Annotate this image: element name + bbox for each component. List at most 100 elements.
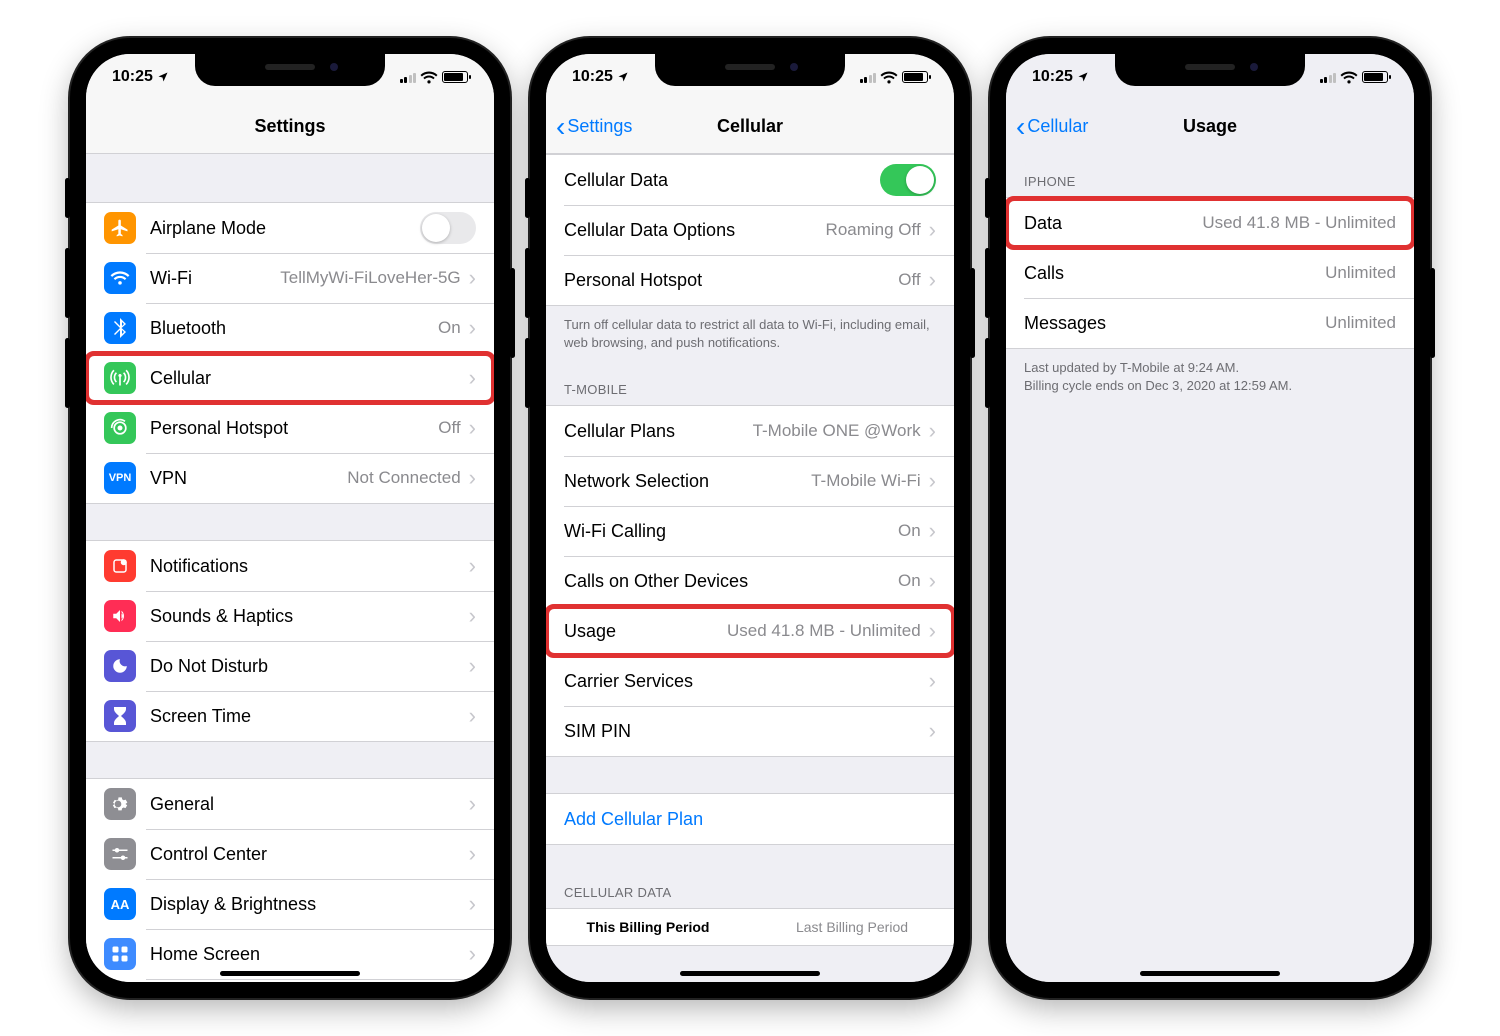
row-airplane-mode[interactable]: Airplane Mode [86, 203, 494, 253]
row-label: Do Not Disturb [150, 656, 461, 677]
row-messages[interactable]: Messages Unlimited [1006, 298, 1414, 348]
row-label: Wi-Fi [150, 268, 280, 289]
phone-usage: 10:25 ‹Cellular Usage IPHONE Data Used 4… [990, 38, 1430, 998]
row-value: TellMyWi-FiLoveHer-5G [280, 268, 460, 288]
chevron-right-icon: › [929, 217, 936, 243]
gear-icon [104, 788, 136, 820]
row-label: Add Cellular Plan [564, 809, 936, 830]
location-icon [1077, 71, 1089, 83]
row-label: Calls on Other Devices [564, 571, 898, 592]
row-accessibility[interactable]: Accessibility › [86, 979, 494, 982]
notch [655, 54, 845, 86]
bluetooth-icon [104, 312, 136, 344]
tab-last-period[interactable]: Last Billing Period [750, 919, 954, 935]
cellular-data-footer: Turn off cellular data to restrict all d… [546, 306, 954, 362]
row-value: T-Mobile Wi-Fi [811, 471, 921, 491]
highlight-cellular: Cellular › [86, 353, 494, 403]
row-calls-other[interactable]: Calls on Other Devices On › [546, 556, 954, 606]
row-cellular-data[interactable]: Cellular Data [546, 155, 954, 205]
row-data[interactable]: Data Used 41.8 MB - Unlimited [1006, 198, 1414, 248]
row-value: Used 41.8 MB - Unlimited [727, 621, 921, 641]
location-icon [157, 71, 169, 83]
tab-this-period[interactable]: This Billing Period [546, 919, 750, 935]
row-dnd[interactable]: Do Not Disturb › [86, 641, 494, 691]
section-tmobile: T-MOBILE [546, 362, 954, 405]
row-value: On [898, 571, 921, 591]
row-label: Notifications [150, 556, 461, 577]
chevron-right-icon: › [469, 465, 476, 491]
chevron-right-icon: › [469, 891, 476, 917]
row-label: Messages [1024, 313, 1325, 334]
row-label: Home Screen [150, 944, 461, 965]
apps-icon [104, 938, 136, 970]
row-calls[interactable]: Calls Unlimited [1006, 248, 1414, 298]
home-indicator[interactable] [680, 971, 820, 976]
chevron-left-icon: ‹ [556, 113, 565, 141]
row-notifications[interactable]: Notifications › [86, 541, 494, 591]
row-value: Roaming Off [826, 220, 921, 240]
row-carrier-services[interactable]: Carrier Services › [546, 656, 954, 706]
row-wifi-calling[interactable]: Wi-Fi Calling On › [546, 506, 954, 556]
row-value: Off [438, 418, 460, 438]
row-general[interactable]: General › [86, 779, 494, 829]
wifi-icon [420, 71, 438, 84]
back-button[interactable]: ‹Settings [556, 113, 632, 141]
hourglass-icon [104, 700, 136, 732]
row-label: Control Center [150, 844, 461, 865]
row-value: On [438, 318, 461, 338]
phone-cellular: 10:25 ‹Settings Cellular Cellular Data C… [530, 38, 970, 998]
row-label: Calls [1024, 263, 1325, 284]
back-label: Settings [567, 116, 632, 137]
row-data-options[interactable]: Cellular Data Options Roaming Off › [546, 205, 954, 255]
row-label: Sounds & Haptics [150, 606, 461, 627]
row-label: Data [1024, 213, 1202, 234]
row-cellular[interactable]: Cellular › [86, 353, 494, 403]
phone-settings: 10:25 Settings Airplane Mode [70, 38, 510, 998]
row-hotspot[interactable]: Personal Hotspot Off › [86, 403, 494, 453]
signal-icon [1320, 71, 1337, 83]
row-label: Airplane Mode [150, 218, 420, 239]
row-sounds[interactable]: Sounds & Haptics › [86, 591, 494, 641]
row-wifi[interactable]: Wi-Fi TellMyWi-FiLoveHer-5G › [86, 253, 494, 303]
display-icon: AA [104, 888, 136, 920]
row-value: Off [898, 270, 920, 290]
row-usage[interactable]: Usage Used 41.8 MB - Unlimited › [546, 606, 954, 656]
row-value: Unlimited [1325, 263, 1396, 283]
cellular-data-toggle[interactable] [880, 164, 936, 196]
home-indicator[interactable] [1140, 971, 1280, 976]
airplane-toggle[interactable] [420, 212, 476, 244]
vpn-icon: VPN [104, 462, 136, 494]
signal-icon [400, 71, 417, 83]
status-time: 10:25 [112, 68, 153, 86]
hotspot-icon [104, 412, 136, 444]
wifi-icon [880, 71, 898, 84]
usage-footer: Last updated by T-Mobile at 9:24 AM. Bil… [1006, 349, 1414, 405]
row-label: Display & Brightness [150, 894, 461, 915]
row-add-plan[interactable]: Add Cellular Plan [546, 794, 954, 844]
chevron-right-icon: › [929, 618, 936, 644]
chevron-right-icon: › [469, 365, 476, 391]
chevron-right-icon: › [469, 703, 476, 729]
row-label: Cellular [150, 368, 461, 389]
row-hotspot[interactable]: Personal Hotspot Off › [546, 255, 954, 305]
back-button[interactable]: ‹Cellular [1016, 113, 1088, 141]
row-vpn[interactable]: VPN VPN Not Connected › [86, 453, 494, 503]
chevron-right-icon: › [469, 553, 476, 579]
section-iphone: IPHONE [1006, 154, 1414, 197]
row-label: Bluetooth [150, 318, 438, 339]
row-display[interactable]: AA Display & Brightness › [86, 879, 494, 929]
row-bluetooth[interactable]: Bluetooth On › [86, 303, 494, 353]
row-screentime[interactable]: Screen Time › [86, 691, 494, 741]
row-control-center[interactable]: Control Center › [86, 829, 494, 879]
chevron-right-icon: › [929, 267, 936, 293]
chevron-right-icon: › [469, 653, 476, 679]
battery-icon [902, 71, 928, 83]
home-indicator[interactable] [220, 971, 360, 976]
chevron-right-icon: › [469, 791, 476, 817]
wifi-icon [1340, 71, 1358, 84]
row-network[interactable]: Network Selection T-Mobile Wi-Fi › [546, 456, 954, 506]
row-label: Screen Time [150, 706, 461, 727]
row-sim-pin[interactable]: SIM PIN › [546, 706, 954, 756]
row-plans[interactable]: Cellular Plans T-Mobile ONE @Work › [546, 406, 954, 456]
chevron-right-icon: › [929, 468, 936, 494]
